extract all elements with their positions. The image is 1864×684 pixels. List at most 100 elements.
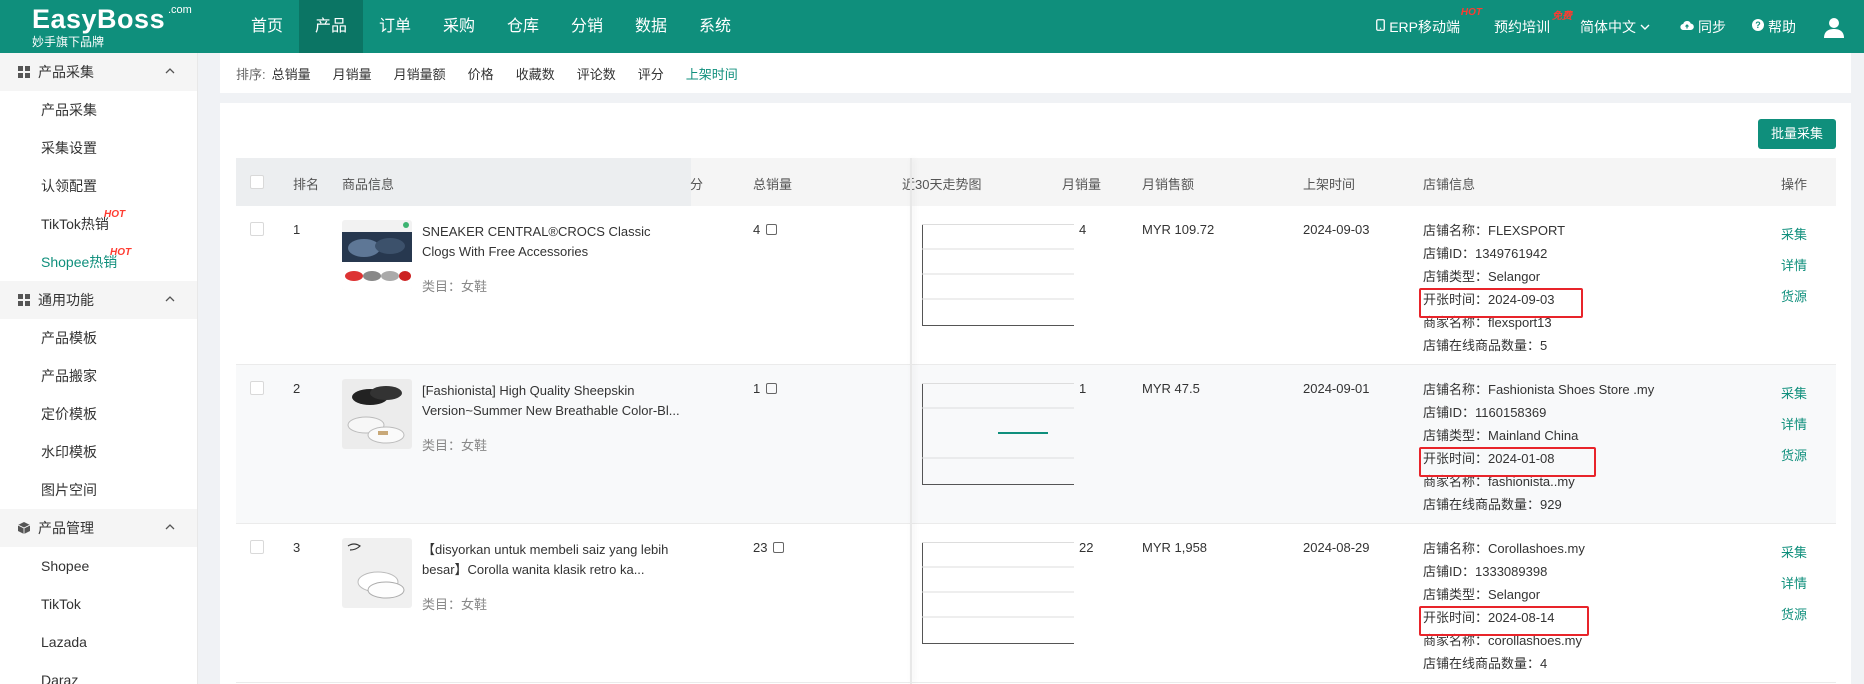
label: 店铺类型： xyxy=(1423,587,1489,602)
product-thumbnail[interactable] xyxy=(342,538,412,608)
sidebar-item-image-space[interactable]: 图片空间 xyxy=(0,471,197,509)
label: 店铺ID： xyxy=(1423,246,1476,261)
chevron-down-icon xyxy=(1640,20,1650,34)
main-nav: 首页 产品 订单 采购 仓库 分销 数据 系统 xyxy=(235,0,747,53)
chart-icon[interactable] xyxy=(766,224,778,235)
product-count: 4 xyxy=(1540,656,1548,671)
nav-order[interactable]: 订单 xyxy=(363,0,427,53)
batch-collect-button[interactable]: 批量采集 xyxy=(1758,119,1836,149)
sort-monthly-sales[interactable]: 月销量 xyxy=(333,64,372,83)
label: 店铺名称： xyxy=(1423,382,1489,397)
chart-icon[interactable] xyxy=(773,542,785,553)
help-button[interactable]: ? 帮助 xyxy=(1752,17,1796,37)
erp-mobile-link[interactable]: ERP移动端 HOT xyxy=(1376,7,1482,37)
logo[interactable]: EasyBoss .com 妙手旗下品牌 xyxy=(32,4,192,50)
sort-total-sales[interactable]: 总销量 xyxy=(272,64,311,83)
nav-product[interactable]: 产品 xyxy=(299,0,363,53)
sidebar-item-lazada[interactable]: Lazada xyxy=(0,623,197,661)
sidebar-item-collect-settings[interactable]: 采集设置 xyxy=(0,129,197,167)
sort-price[interactable]: 价格 xyxy=(468,64,494,83)
header-ops: 操作 xyxy=(1781,177,1808,192)
training-link[interactable]: 预约培训 免费 xyxy=(1494,11,1572,37)
detail-link[interactable]: 详情 xyxy=(1781,414,1807,433)
product-thumbnail[interactable] xyxy=(342,379,412,449)
source-link[interactable]: 货源 xyxy=(1781,604,1807,623)
help-label: 帮助 xyxy=(1768,18,1796,35)
select-all-checkbox[interactable] xyxy=(250,175,264,189)
content-panel: 批量采集 排名 商品信息 分 总销量 近30天走势图 月销量 月销售额 上架时间… xyxy=(220,103,1851,684)
collect-link[interactable]: 采集 xyxy=(1781,542,1807,561)
row-checkbox[interactable] xyxy=(250,540,264,554)
sort-listed-time[interactable]: 上架时间 xyxy=(686,64,738,83)
sort-label: 排序: xyxy=(236,66,266,82)
detail-link[interactable]: 详情 xyxy=(1781,573,1807,592)
category-value: 女鞋 xyxy=(461,438,488,453)
header-monthly-amount[interactable]: 月销售额 xyxy=(1142,174,1194,193)
store-type: Mainland China xyxy=(1488,428,1579,443)
store-id: 1160158369 xyxy=(1475,405,1547,420)
source-link[interactable]: 货源 xyxy=(1781,286,1807,305)
product-thumbnail[interactable] xyxy=(342,220,412,290)
source-link[interactable]: 货源 xyxy=(1781,445,1807,464)
sidebar-item-daraz[interactable]: Daraz xyxy=(0,661,197,684)
store-type: Selangor xyxy=(1488,587,1541,602)
header-total-sales[interactable]: 总销量 xyxy=(753,174,792,193)
sidebar: 产品采集 产品采集 采集设置 认领配置 TikTok热销 HOT Shopee热… xyxy=(0,53,198,684)
nav-data[interactable]: 数据 xyxy=(619,0,683,53)
store-name[interactable]: Corollashoes.my xyxy=(1488,541,1585,556)
sidebar-group-label: 产品管理 xyxy=(38,520,94,536)
table-row: 3 【disyorkan untuk membeli saiz yang leb… xyxy=(236,524,1836,683)
highlight-box xyxy=(1419,288,1583,318)
nav-distribution[interactable]: 分销 xyxy=(555,0,619,53)
chart-icon[interactable] xyxy=(766,383,778,394)
detail-link[interactable]: 详情 xyxy=(1781,255,1807,274)
sidebar-item-shopee-hot[interactable]: Shopee热销 HOT xyxy=(0,243,197,281)
listed-time-cell: 2024-08-29 xyxy=(1303,540,1370,555)
sidebar-item-product-collect[interactable]: 产品采集 xyxy=(0,91,197,129)
sidebar-item-pricing-template[interactable]: 定价模板 xyxy=(0,395,197,433)
header-listed[interactable]: 上架时间 xyxy=(1303,174,1355,193)
product-name[interactable]: 【disyorkan untuk membeli saiz yang lebih… xyxy=(422,540,684,580)
sort-rating[interactable]: 评分 xyxy=(638,64,664,83)
phone-icon xyxy=(1376,19,1386,34)
sort-favorites[interactable]: 收藏数 xyxy=(516,64,555,83)
collect-link[interactable]: 采集 xyxy=(1781,224,1807,243)
sync-button[interactable]: 同步 xyxy=(1680,17,1726,37)
sidebar-item-tiktok-hot[interactable]: TikTok热销 HOT xyxy=(0,205,197,243)
monthly-amount-cell: MYR 109.72 xyxy=(1142,222,1215,237)
nav-home[interactable]: 首页 xyxy=(235,0,299,53)
product-name[interactable]: SNEAKER CENTRAL®CROCS Classic Clogs With… xyxy=(422,222,684,262)
sidebar-item-label: Shopee热销 xyxy=(41,254,118,270)
sidebar-item-tiktok[interactable]: TikTok xyxy=(0,585,197,623)
sidebar-item-watermark-template[interactable]: 水印模板 xyxy=(0,433,197,471)
monthly-amount-cell: MYR 1,958 xyxy=(1142,540,1208,555)
language-select[interactable]: 简体中文 xyxy=(1580,17,1654,37)
store-name[interactable]: Fashionista Shoes Store .my xyxy=(1488,382,1654,397)
sidebar-item-claim-config[interactable]: 认领配置 xyxy=(0,167,197,205)
nav-system[interactable]: 系统 xyxy=(683,0,747,53)
table-header: 排名 商品信息 分 总销量 近30天走势图 月销量 月销售额 上架时间 店铺信息… xyxy=(236,158,1836,206)
sidebar-item-shopee[interactable]: Shopee xyxy=(0,547,197,585)
nav-purchase[interactable]: 采购 xyxy=(427,0,491,53)
header-monthly[interactable]: 月销量 xyxy=(1062,174,1101,193)
product-name[interactable]: [Fashionista] High Quality Sheepskin Ver… xyxy=(422,381,684,421)
row-checkbox[interactable] xyxy=(250,381,264,395)
sort-monthly-amount[interactable]: 月销量额 xyxy=(394,64,446,83)
sidebar-group-label: 产品采集 xyxy=(38,64,94,80)
sidebar-item-product-template[interactable]: 产品模板 xyxy=(0,319,197,357)
sidebar-group-product-manage[interactable]: 产品管理 xyxy=(0,509,197,547)
sidebar-group-common[interactable]: 通用功能 xyxy=(0,281,197,319)
nav-warehouse[interactable]: 仓库 xyxy=(491,0,555,53)
header-info: 商品信息 xyxy=(342,177,395,192)
store-name[interactable]: FLEXSPORT xyxy=(1488,223,1565,238)
sidebar-item-product-move[interactable]: 产品搬家 xyxy=(0,357,197,395)
row-checkbox[interactable] xyxy=(250,222,264,236)
category-value: 女鞋 xyxy=(461,279,488,294)
sort-reviews[interactable]: 评论数 xyxy=(577,64,616,83)
trend-chart xyxy=(922,542,1074,644)
row-actions: 采集 详情 货源 xyxy=(1781,542,1807,635)
erp-mobile-label: ERP移动端 xyxy=(1389,18,1460,35)
collect-link[interactable]: 采集 xyxy=(1781,383,1807,402)
sidebar-group-collect[interactable]: 产品采集 xyxy=(0,53,197,91)
user-avatar-icon[interactable] xyxy=(1822,15,1846,39)
